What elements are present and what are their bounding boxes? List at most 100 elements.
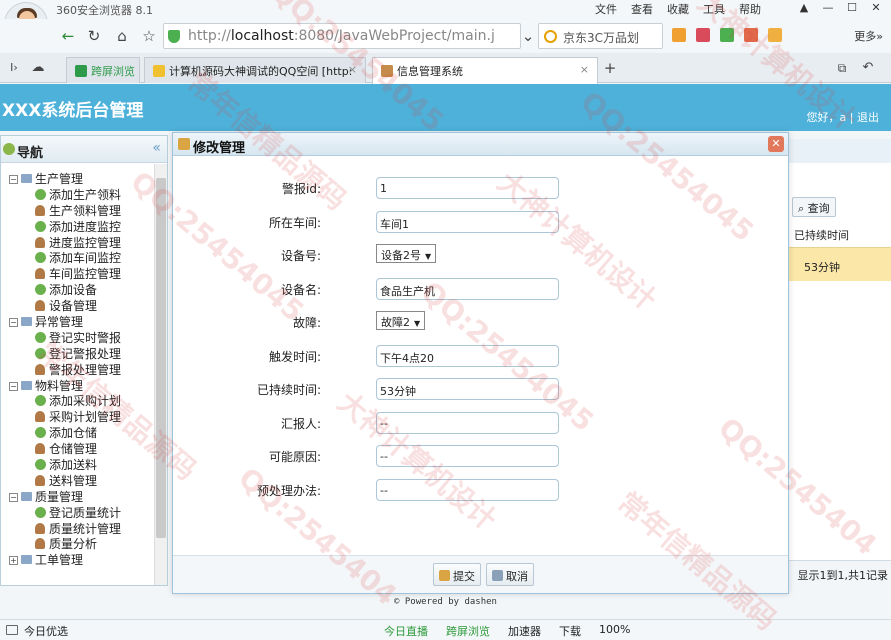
security-icon[interactable] — [720, 28, 734, 42]
adblock-icon[interactable] — [744, 28, 758, 42]
apps-icon[interactable] — [672, 28, 686, 42]
expand-toggle-icon[interactable]: + — [9, 556, 18, 566]
sidebar-item[interactable]: 质量统计管理 — [1, 521, 153, 537]
tab-info-system[interactable]: 信息管理系统 × — [372, 57, 598, 84]
sidebar-group[interactable]: − 质量管理 — [1, 489, 153, 505]
select-field[interactable]: 故障2 ▼ — [376, 311, 426, 330]
download-button[interactable]: 下载 — [559, 623, 581, 639]
text-field[interactable]: -- — [376, 411, 559, 434]
sidebar-item[interactable]: 生产领料管理 — [1, 203, 153, 219]
text-field[interactable]: -- — [376, 445, 559, 467]
select-field[interactable]: 设备2号 ▼ — [376, 244, 437, 263]
computer-icon — [21, 380, 32, 390]
accelerator-button[interactable]: 加速器 — [508, 623, 541, 639]
logout-link[interactable]: 退出 — [857, 111, 879, 124]
undo-icon[interactable]: ↶ — [858, 58, 878, 78]
new-tab-icon[interactable]: + — [600, 58, 620, 78]
sidebar-item[interactable]: 登记质量统计 — [1, 505, 153, 521]
close-tab-icon[interactable]: × — [348, 63, 357, 76]
field-label: 所在车间: — [268, 215, 321, 230]
zoom-level[interactable]: 100% — [599, 623, 630, 639]
mail-icon[interactable] — [696, 28, 710, 42]
sidebar-item[interactable]: 添加设备 — [1, 282, 153, 298]
sidebar-item[interactable]: 车间监控管理 — [1, 266, 153, 282]
cancel-button[interactable]: 取消 — [486, 563, 534, 586]
menu-help[interactable]: 帮助 — [739, 1, 761, 17]
form-row: 可能原因: -- — [173, 445, 788, 469]
sidebar-group[interactable]: + 工单管理 — [1, 552, 153, 568]
form-row: 设备号: 设备2号 ▼ — [173, 244, 788, 268]
refresh-icon[interactable]: ↻ — [84, 26, 104, 46]
text-field[interactable]: 1 — [376, 177, 559, 199]
sidebar-item[interactable]: 添加仓储 — [1, 425, 153, 441]
text-field[interactable]: 车间1 — [376, 210, 559, 233]
expand-toggle-icon[interactable]: − — [9, 175, 18, 184]
plus-circle-icon — [35, 331, 46, 343]
text-field[interactable]: -- — [376, 478, 559, 501]
query-button[interactable]: ⌕ 查询 — [792, 197, 836, 217]
form-row: 汇报人: -- — [173, 411, 788, 436]
sidebar-group[interactable]: − 物料管理 — [1, 378, 153, 394]
menu-file[interactable]: 文件 — [595, 1, 617, 17]
star-icon[interactable]: ☆ — [139, 26, 159, 46]
sidebar-item[interactable]: 质量分析 — [1, 536, 153, 552]
sidebar-item[interactable]: 警报处理管理 — [1, 362, 153, 378]
text-field[interactable]: 食品生产机 — [376, 277, 559, 300]
dialog-header: 修改管理 ✕ — [173, 133, 788, 156]
form-row: 预处理办法: -- — [173, 478, 788, 503]
field-label: 汇报人: — [280, 416, 321, 431]
text-field[interactable]: 53分钟 — [376, 378, 559, 400]
sidebar-toggle-icon[interactable]: I› — [4, 58, 24, 78]
shield-icon — [168, 30, 180, 43]
live-button[interactable]: 今日直播 — [384, 623, 428, 639]
maximize-icon[interactable]: ☐ — [841, 0, 863, 16]
sidebar-item[interactable]: 登记实时警报 — [1, 330, 153, 346]
sidebar-item[interactable]: 添加生产领料 — [1, 187, 153, 203]
window-icon — [6, 625, 18, 635]
home-icon[interactable]: ⌂ — [112, 26, 132, 46]
search-box[interactable]: 京东3C万品划 — [538, 23, 663, 49]
menu-tools[interactable]: 工具 — [703, 1, 725, 17]
tab-cross-screen[interactable]: 跨屏浏览 — [66, 57, 140, 83]
sidebar-group[interactable]: − 异常管理 — [1, 314, 153, 330]
sidebar-item[interactable]: 添加采购计划 — [1, 393, 153, 409]
minimize-icon[interactable]: — — [817, 0, 839, 16]
sidebar-scrollbar[interactable] — [154, 164, 167, 585]
expand-toggle-icon[interactable]: − — [9, 318, 18, 328]
cross-screen-button[interactable]: 跨屏浏览 — [446, 623, 490, 639]
sidebar-group[interactable]: − 生产管理 — [1, 171, 153, 187]
menu-favorites[interactable]: 收藏 — [667, 1, 689, 17]
computer-icon — [21, 491, 32, 501]
sidebar-item[interactable]: 添加进度监控 — [1, 219, 153, 235]
sidebar-item[interactable]: 设备管理 — [1, 298, 153, 314]
back-arrow-icon[interactable]: ← — [58, 26, 78, 46]
text-field[interactable]: 下午4点20 — [376, 344, 559, 367]
notes-icon[interactable] — [768, 28, 782, 42]
form-row: 警报id: 1 — [173, 177, 788, 201]
sidebar-item[interactable]: 送料管理 — [1, 473, 153, 489]
close-tab-icon[interactable]: × — [580, 63, 589, 76]
double-chevron-left-icon[interactable]: « — [152, 140, 161, 156]
status-left[interactable]: 今日优选 — [24, 623, 68, 639]
close-window-icon[interactable]: ✕ — [865, 0, 887, 16]
sidebar-item[interactable]: 采购计划管理 — [1, 409, 153, 425]
table-row[interactable]: 53分钟 — [788, 247, 891, 281]
sidebar-item[interactable]: 添加车间监控 — [1, 250, 153, 266]
tab-qq-space[interactable]: 计算机源码大神调试的QQ空间 [http: × — [144, 57, 366, 83]
close-icon[interactable]: ✕ — [768, 136, 784, 152]
expand-toggle-icon[interactable]: − — [9, 381, 18, 391]
expand-toggle-icon[interactable]: − — [9, 492, 18, 502]
sidebar-item[interactable]: 仓储管理 — [1, 441, 153, 457]
cloud-icon[interactable]: ☁ — [28, 58, 48, 78]
submit-button[interactable]: 提交 — [433, 563, 481, 586]
more-button[interactable]: 更多» — [854, 28, 883, 44]
chevron-down-icon[interactable]: ⌄ — [518, 26, 538, 46]
sidebar-item[interactable]: 添加送料 — [1, 457, 153, 473]
sidebar-item[interactable]: 登记警报处理 — [1, 346, 153, 362]
address-bar[interactable]: http://localhost:8080/JavaWebProject/mai… — [163, 23, 521, 49]
form-row: 故障: 故障2 ▼ — [173, 311, 788, 335]
restore-tabs-icon[interactable]: ⧉ — [832, 58, 852, 78]
menu-view[interactable]: 查看 — [631, 1, 653, 17]
sidebar-item[interactable]: 进度监控管理 — [1, 235, 153, 251]
shirt-icon[interactable]: ▲ — [793, 0, 815, 16]
